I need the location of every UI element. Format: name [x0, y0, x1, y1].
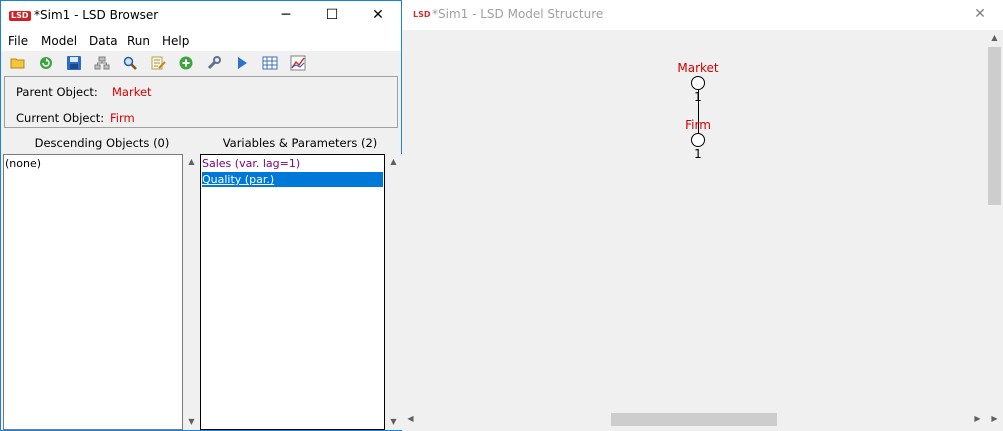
open-folder-icon[interactable] [10, 55, 26, 71]
scroll-up-arrow-icon[interactable]: ▲ [183, 154, 200, 170]
variable-item-quality[interactable]: Quality (par.) [202, 172, 274, 187]
scroll-up-arrow-icon[interactable]: ▲ [385, 154, 402, 170]
scroll-left-arrow-icon[interactable]: ◀ [402, 411, 419, 427]
scroll-right-arrow-icon[interactable]: ▶ [969, 411, 986, 427]
toolbar [1, 51, 401, 76]
scroll-down-arrow-icon[interactable]: ▼ [183, 414, 200, 430]
node-market-label: Market [677, 61, 719, 75]
parent-object-value[interactable]: Market [112, 85, 152, 99]
model-structure-window: LSD *Sim1 - LSD Model Structure ✕ Market… [402, 0, 1003, 431]
menu-help[interactable]: Help [162, 34, 189, 48]
descending-objects-scrollbar[interactable]: ▲ ▼ [183, 154, 200, 430]
scroll-down-arrow-icon[interactable]: ▼ [385, 414, 402, 430]
add-icon[interactable] [178, 55, 194, 71]
menu-model[interactable]: Model [41, 34, 77, 48]
current-object-value: Firm [110, 111, 135, 125]
network-icon[interactable] [94, 55, 110, 71]
menu-run[interactable]: Run [127, 34, 150, 48]
vertical-scroll-thumb[interactable] [988, 47, 1001, 205]
lsd-logo: LSD [9, 11, 31, 21]
variables-scrollbar[interactable]: ▲ ▼ [385, 154, 402, 430]
object-info-panel: Parent Object: Market Current Object: Fi… [4, 76, 398, 128]
scroll-right-end-icon[interactable]: ▶ [986, 411, 1003, 427]
list-item[interactable]: (none) [5, 156, 41, 171]
maximize-button[interactable]: ☐ [309, 1, 355, 31]
data-grid-icon[interactable] [262, 55, 278, 71]
model-window-title: *Sim1 - LSD Model Structure [432, 7, 604, 21]
model-horizontal-scrollbar[interactable]: ◀ ▶ [402, 411, 986, 428]
variable-item-sales[interactable]: Sales (var. lag=1) [202, 156, 300, 171]
horizontal-scroll-thumb[interactable] [611, 413, 777, 426]
model-vertical-scrollbar[interactable]: ▲ [986, 30, 1003, 411]
variables-list[interactable]: Sales (var. lag=1) Quality (par.) [200, 154, 385, 430]
lsd-logo: LSD [411, 10, 433, 20]
menu-bar: File Model Data Run Help [1, 31, 401, 51]
node-market-circle[interactable] [691, 76, 705, 90]
browser-title-bar[interactable]: LSD *Sim1 - LSD Browser ─ ☐ ✕ [1, 1, 401, 31]
current-object-label: Current Object: [16, 111, 105, 125]
save-icon[interactable] [66, 55, 82, 71]
run-icon[interactable] [234, 55, 250, 71]
menu-data[interactable]: Data [89, 34, 118, 48]
close-button[interactable]: ✕ [957, 0, 1003, 30]
close-button[interactable]: ✕ [355, 1, 401, 31]
variables-parameters-header: Variables & Parameters (2) [222, 136, 378, 150]
node-firm-label: Firm [685, 118, 711, 132]
edit-notes-icon[interactable] [150, 55, 166, 71]
node-firm-circle[interactable] [691, 133, 705, 147]
menu-file[interactable]: File [8, 34, 28, 48]
find-icon[interactable] [122, 55, 138, 71]
parent-object-label: Parent Object: [16, 85, 98, 99]
scroll-up-arrow-icon[interactable]: ▲ [986, 30, 1003, 46]
descending-objects-header: Descending Objects (0) [34, 136, 170, 150]
node-firm-count: 1 [694, 147, 702, 161]
analysis-chart-icon[interactable] [290, 55, 306, 71]
browser-window: LSD *Sim1 - LSD Browser ─ ☐ ✕ File Model… [0, 0, 402, 431]
descending-objects-list[interactable]: (none) [3, 154, 183, 430]
browser-window-title: *Sim1 - LSD Browser [34, 8, 159, 22]
model-title-bar[interactable]: LSD *Sim1 - LSD Model Structure ✕ [402, 0, 1003, 30]
reload-icon[interactable] [38, 55, 54, 71]
minimize-button[interactable]: ─ [263, 1, 309, 31]
settings-wrench-icon[interactable] [206, 55, 222, 71]
